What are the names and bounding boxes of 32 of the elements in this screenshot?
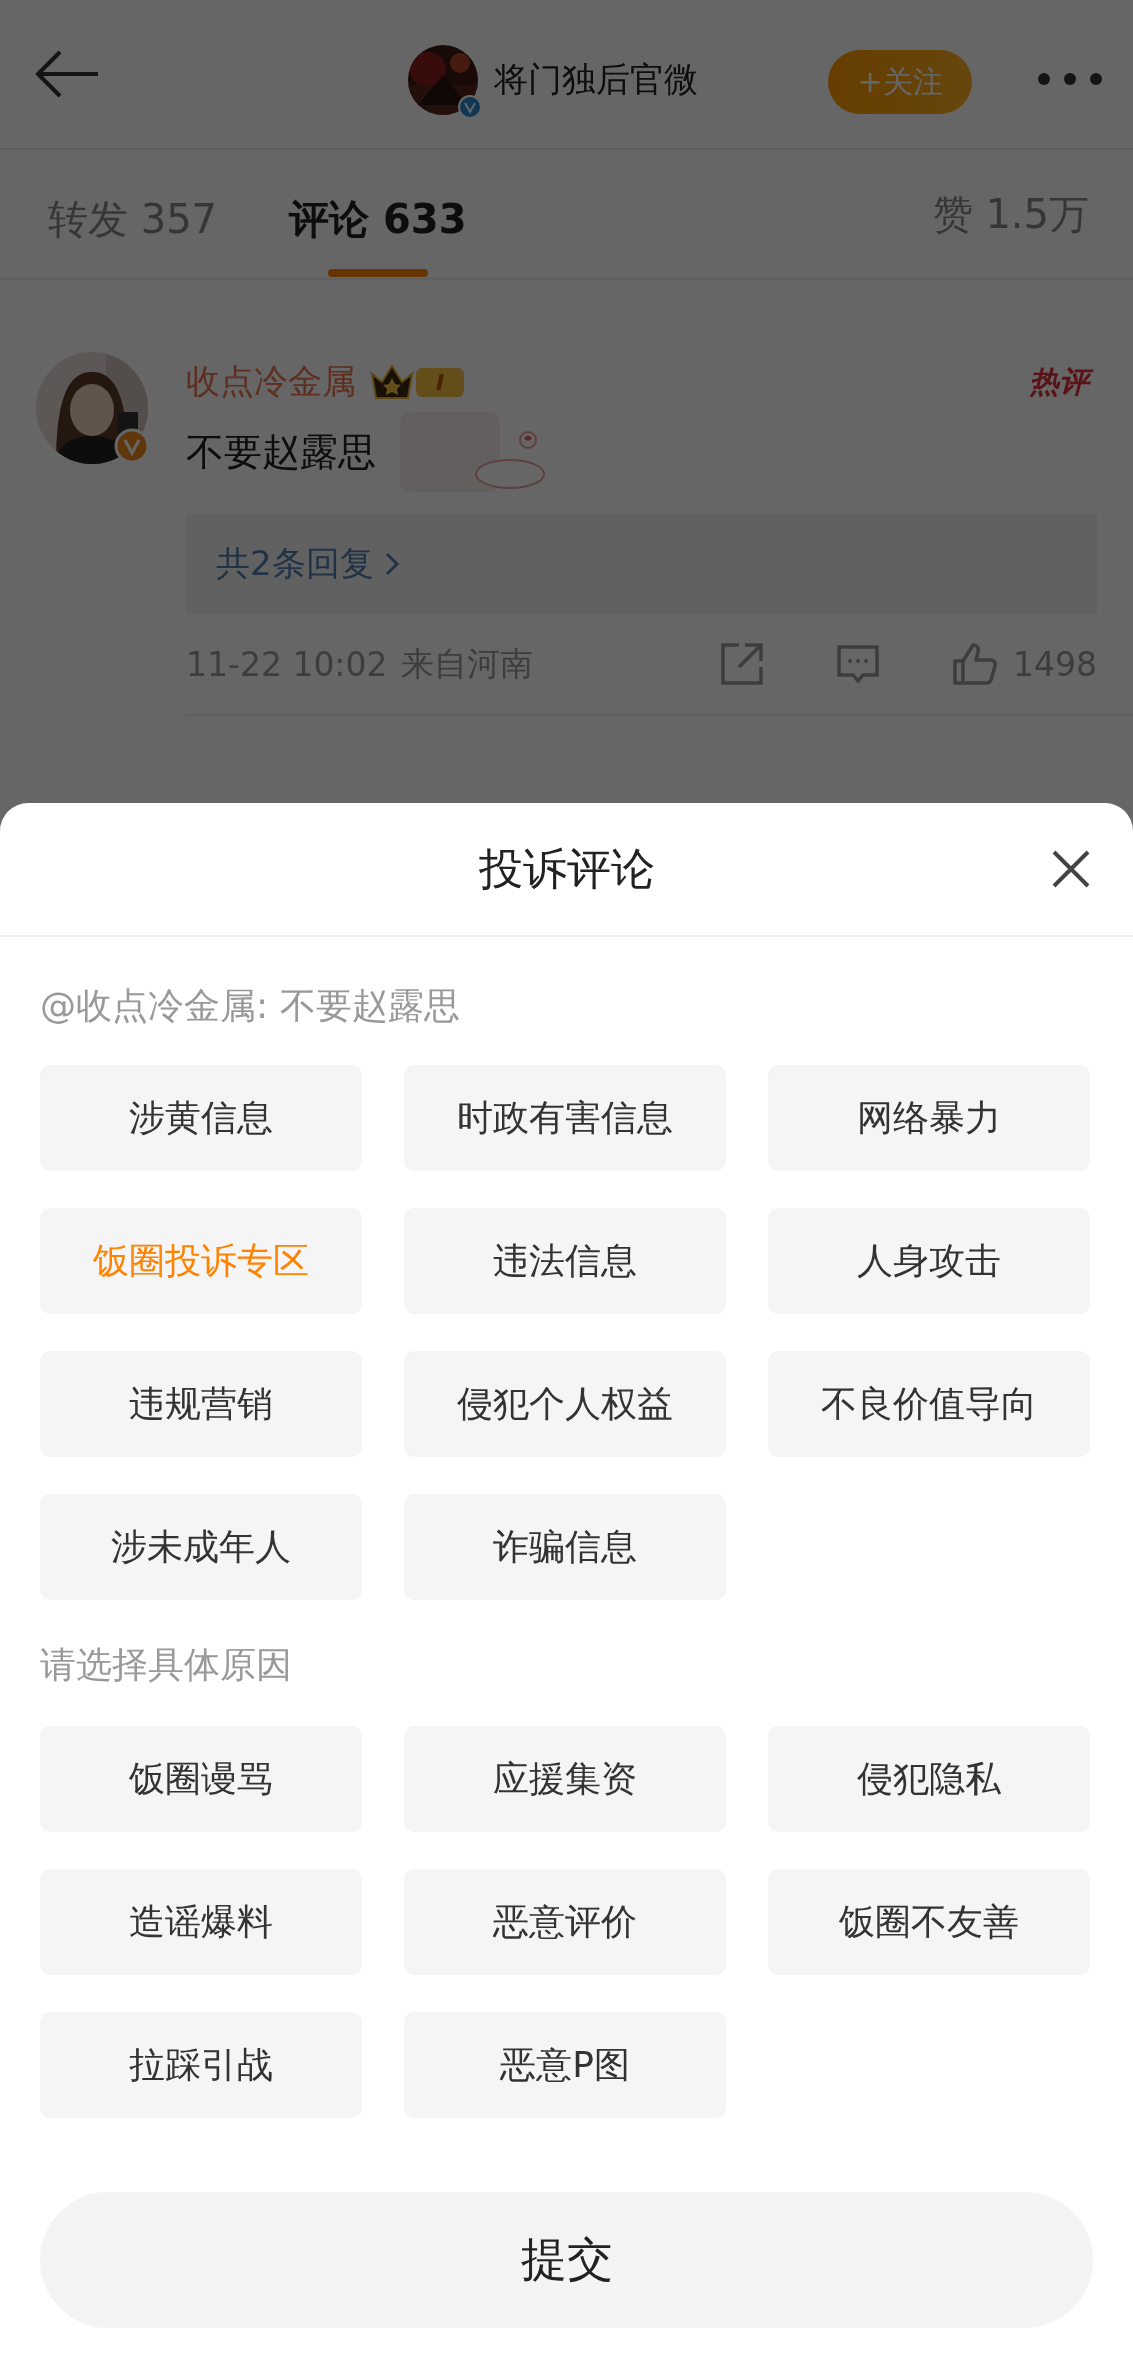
chevron-right-icon	[383, 551, 400, 577]
more-icon[interactable]	[1037, 72, 1103, 86]
thumbs-up-icon[interactable]	[951, 641, 997, 687]
option-button[interactable]: 应援集资	[404, 1726, 726, 1832]
quoted-comment: @收点冷金属: 不要赵露思	[40, 983, 461, 1028]
option-button[interactable]: 违规营销	[40, 1351, 362, 1457]
option-button[interactable]: 饭圈不友善	[768, 1869, 1090, 1975]
option-button[interactable]: 拉踩引战	[40, 2012, 362, 2118]
comment-text: 不要赵露思	[186, 428, 376, 476]
option-button[interactable]: 不良价值导向	[768, 1351, 1090, 1457]
hot-comment-label: 热评	[1021, 357, 1097, 407]
option-button[interactable]: 违法信息	[404, 1208, 726, 1314]
account-name: 将门独后官微	[494, 58, 698, 101]
option-button[interactable]: 造谣爆料	[40, 1869, 362, 1975]
option-button[interactable]: 恶意评价	[404, 1869, 726, 1975]
back-arrow-icon[interactable]	[34, 49, 100, 99]
option-button[interactable]: 侵犯个人权益	[404, 1351, 726, 1457]
option-button[interactable]: 饭圈谩骂	[40, 1726, 362, 1832]
option-button[interactable]: 人身攻击	[768, 1208, 1090, 1314]
option-button[interactable]: 时政有害信息	[404, 1065, 726, 1171]
option-button[interactable]: 网络暴力	[768, 1065, 1090, 1171]
option-button[interactable]: 涉黄信息	[40, 1065, 362, 1171]
option-button[interactable]: 恶意P图	[404, 2012, 726, 2118]
submit-button[interactable]: 提交	[40, 2192, 1093, 2328]
option-button[interactable]: 诈骗信息	[404, 1494, 726, 1600]
share-icon[interactable]	[719, 641, 765, 687]
sheet-title: 投诉评论	[478, 841, 655, 896]
close-icon[interactable]	[1051, 849, 1091, 889]
option-button[interactable]: 侵犯隐私	[768, 1726, 1090, 1832]
option-button[interactable]: 涉未成年人	[40, 1494, 362, 1600]
crown-icon	[370, 364, 414, 400]
reason-prompt: 请选择具体原因	[40, 1642, 293, 1687]
